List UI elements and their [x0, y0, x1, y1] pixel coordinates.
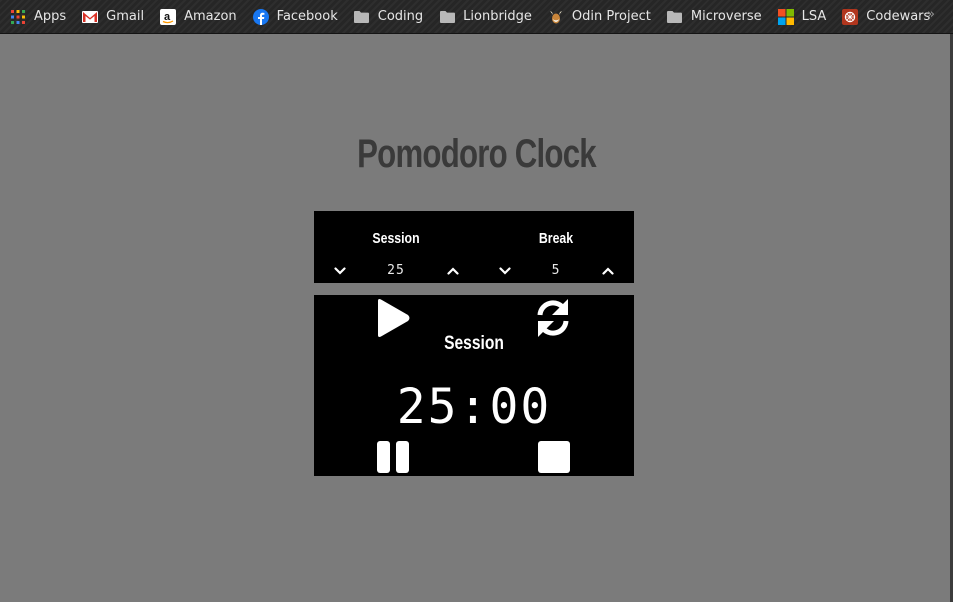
page-title: Pomodoro Clock: [357, 132, 596, 176]
bookmark-lsa[interactable]: LSA: [777, 3, 827, 31]
folder-icon: [667, 9, 683, 25]
bookmark-label: LSA: [801, 9, 827, 24]
bookmark-gmail[interactable]: Gmail: [82, 3, 144, 31]
folder-icon: [354, 9, 370, 25]
bookmark-apps[interactable]: Apps: [10, 3, 66, 31]
bookmark-odin-project[interactable]: Odin Project: [548, 3, 651, 31]
session-length-value: 25: [387, 263, 405, 278]
bookmark-folder-coding[interactable]: Coding: [354, 3, 423, 31]
bookmark-codewars[interactable]: Codewars: [842, 3, 930, 31]
odin-project-icon: [548, 9, 564, 25]
svg-text:a: a: [164, 11, 171, 23]
play-icon: [378, 299, 410, 337]
bookmark-label: Microverse: [690, 9, 762, 24]
pause-icon: [377, 441, 409, 473]
bookmark-label: Coding: [377, 9, 424, 24]
bookmark-folder-lionbridge[interactable]: Lionbridge: [439, 3, 532, 31]
bookmark-label: Facebook: [276, 9, 338, 24]
bookmark-label: Odin Project: [571, 9, 651, 24]
break-decrement-button[interactable]: [495, 264, 515, 278]
bookmark-label: Codewars: [866, 9, 931, 24]
chevron-down-icon: [499, 267, 511, 275]
stop-icon: [538, 441, 570, 473]
current-mode-label: Session: [444, 333, 504, 354]
start-button[interactable]: [374, 297, 412, 339]
refresh-icon: [537, 299, 569, 337]
bookmark-facebook[interactable]: Facebook: [252, 3, 338, 31]
timer-panel: Session 25:00: [314, 295, 634, 476]
chevron-up-icon: [602, 267, 614, 275]
microsoft-icon: [777, 8, 794, 25]
pause-button[interactable]: [376, 440, 411, 474]
length-settings-panel: Session Break 25 5: [314, 211, 634, 283]
break-length-label: Break: [538, 230, 574, 247]
facebook-icon: [252, 8, 269, 25]
break-increment-button[interactable]: [598, 264, 618, 278]
bookmark-label: Amazon: [184, 9, 237, 24]
bookmark-label: Lionbridge: [463, 9, 532, 24]
session-increment-button[interactable]: [443, 264, 463, 278]
bookmark-folder-microverse[interactable]: Microverse: [667, 3, 762, 31]
chevron-up-icon: [447, 267, 459, 275]
bookmarks-bar: Apps Gmail a Amazon Facebook Coding Lion…: [0, 0, 953, 34]
bookmark-amazon[interactable]: a Amazon: [160, 3, 237, 31]
reset-button[interactable]: [532, 297, 574, 339]
bookmark-label: Apps: [34, 9, 67, 24]
stop-button[interactable]: [537, 440, 571, 474]
session-length-label: Session: [372, 230, 420, 247]
gmail-icon: [82, 9, 99, 25]
break-length-value: 5: [551, 263, 561, 278]
codewars-icon: [842, 8, 859, 25]
time-left-display: 25:00: [396, 379, 552, 435]
apps-grid-icon: [10, 9, 26, 25]
bookmarks-overflow-chevron-icon[interactable]: »: [927, 7, 935, 22]
folder-icon: [439, 9, 455, 25]
chevron-down-icon: [334, 267, 346, 275]
session-decrement-button[interactable]: [330, 264, 350, 278]
amazon-icon: a: [160, 8, 177, 25]
bookmark-label: Gmail: [106, 9, 145, 24]
